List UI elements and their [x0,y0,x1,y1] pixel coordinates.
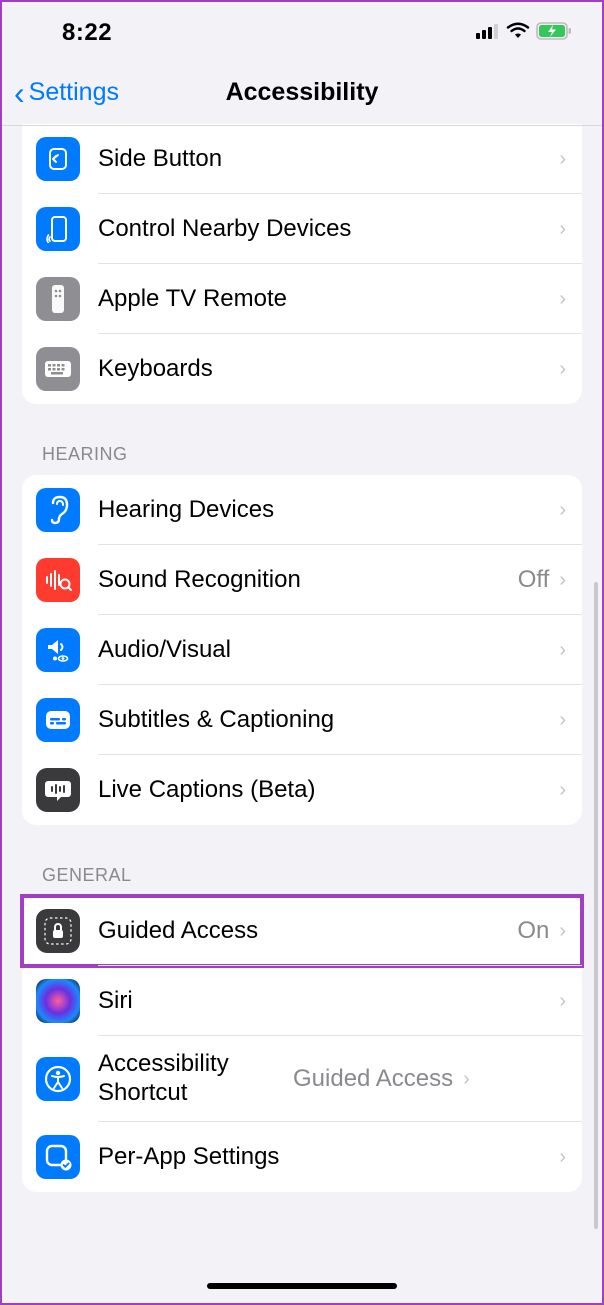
row-label: Keyboards [98,355,559,383]
row-side-button[interactable]: Side Button › [22,124,582,194]
row-label: Hearing Devices [98,496,559,524]
live-captions-icon [36,768,80,812]
page-title: Accessibility [226,78,379,107]
accessibility-shortcut-icon [36,1057,80,1101]
audio-visual-icon [36,628,80,672]
scrollbar[interactable] [594,582,598,1229]
row-label: Siri [98,987,559,1015]
chevron-right-icon: › [559,709,566,732]
row-live-captions[interactable]: Live Captions (Beta) › [22,755,582,825]
group-physical: Side Button › Control Nearby Devices › A… [22,124,582,404]
row-label: Side Button [98,145,559,173]
row-keyboards[interactable]: Keyboards › [22,334,582,404]
row-subtitles[interactable]: Subtitles & Captioning › [22,685,582,755]
hearing-devices-icon [36,488,80,532]
control-nearby-icon [36,207,80,251]
wifi-icon [506,22,530,45]
row-siri[interactable]: Siri › [22,966,582,1036]
row-label: Control Nearby Devices [98,215,559,243]
chevron-right-icon: › [559,358,566,381]
row-audio-visual[interactable]: Audio/Visual › [22,615,582,685]
row-label: Subtitles & Captioning [98,706,559,734]
status-bar: 8:22 [2,2,602,60]
row-label: Per-App Settings [98,1143,559,1171]
group-general: Guided Access On › Siri › Accessibility … [22,896,582,1192]
row-control-nearby[interactable]: Control Nearby Devices › [22,194,582,264]
siri-icon [36,979,80,1023]
row-accessibility-shortcut[interactable]: Accessibility Shortcut Guided Access › [22,1036,582,1122]
row-per-app-settings[interactable]: Per-App Settings › [22,1122,582,1192]
side-button-icon [36,137,80,181]
battery-icon [536,22,572,45]
chevron-right-icon: › [463,1068,470,1091]
chevron-right-icon: › [559,639,566,662]
row-value: Off [518,566,550,594]
row-label: Audio/Visual [98,636,559,664]
cellular-icon [476,23,500,44]
apple-tv-remote-icon [36,277,80,321]
group-hearing: Hearing Devices › Sound Recognition Off … [22,475,582,825]
content: Side Button › Control Nearby Devices › A… [2,124,602,1282]
chevron-right-icon: › [559,1146,566,1169]
chevron-right-icon: › [559,569,566,592]
chevron-right-icon: › [559,148,566,171]
row-label: Live Captions (Beta) [98,776,559,804]
chevron-right-icon: › [559,779,566,802]
row-label: Guided Access [98,917,517,945]
row-label: Accessibility Shortcut [98,1044,293,1114]
chevron-right-icon: › [559,990,566,1013]
row-value: On [517,917,549,945]
keyboards-icon [36,347,80,391]
chevron-right-icon: › [559,920,566,943]
back-label: Settings [29,78,119,107]
back-button[interactable]: ‹ Settings [14,77,119,109]
row-value: Guided Access [293,1065,453,1093]
chevron-right-icon: › [559,218,566,241]
row-label: Sound Recognition [98,566,518,594]
row-hearing-devices[interactable]: Hearing Devices › [22,475,582,545]
chevron-right-icon: › [559,288,566,311]
section-header-hearing: Hearing [2,404,602,475]
subtitles-icon [36,698,80,742]
sound-recognition-icon [36,558,80,602]
row-sound-recognition[interactable]: Sound Recognition Off › [22,545,582,615]
status-indicators [476,22,572,45]
chevron-right-icon: › [559,499,566,522]
per-app-settings-icon [36,1135,80,1179]
guided-access-icon [36,909,80,953]
home-indicator[interactable] [207,1283,397,1289]
row-label: Apple TV Remote [98,285,559,313]
nav-bar: ‹ Settings Accessibility [2,60,602,126]
section-header-general: General [2,825,602,896]
chevron-left-icon: ‹ [14,77,25,109]
row-guided-access[interactable]: Guided Access On › [22,896,582,966]
status-time: 8:22 [62,19,112,47]
row-apple-tv-remote[interactable]: Apple TV Remote › [22,264,582,334]
